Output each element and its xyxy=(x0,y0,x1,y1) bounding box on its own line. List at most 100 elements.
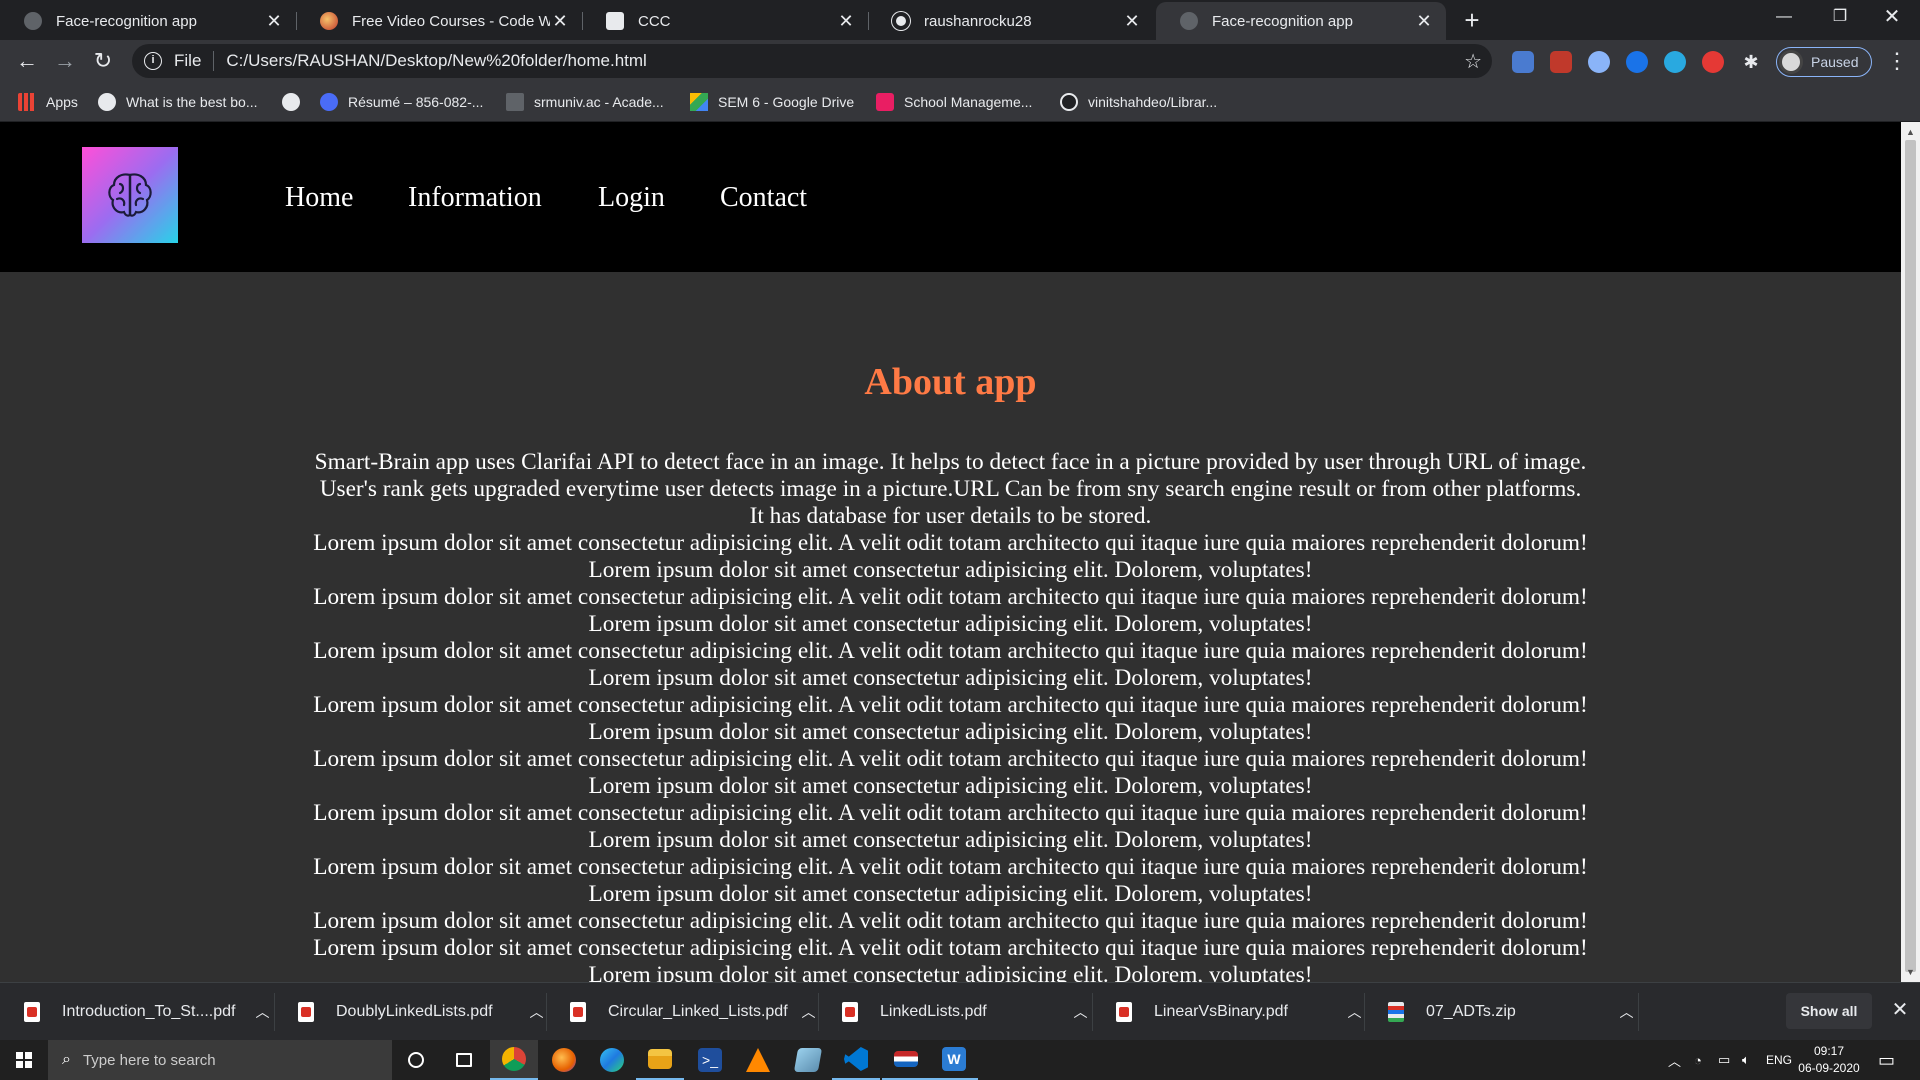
address-bar[interactable]: i File C:/Users/RAUSHAN/Desktop/New%20fo… xyxy=(132,44,1492,78)
address-url[interactable]: C:/Users/RAUSHAN/Desktop/New%20folder/ho… xyxy=(226,51,646,71)
download-item[interactable]: LinkedLists.pdf ︿ xyxy=(818,983,1090,1041)
tab-title: Face-recognition app xyxy=(56,12,197,30)
bookmark-what-is-the-best[interactable]: What is the best bo... xyxy=(98,91,258,113)
bookmark-school-management[interactable]: School Manageme... xyxy=(876,91,1032,113)
puzzle-extensions-icon[interactable]: ✱ xyxy=(1740,51,1762,73)
about-line: Lorem ipsum dolor sit amet consectetur a… xyxy=(313,908,1588,934)
scroll-up-arrow-icon[interactable]: ▲ xyxy=(1901,124,1920,140)
tab-face-recognition-active[interactable]: Face-recognition app ✕ xyxy=(1156,2,1446,40)
cortana-button[interactable] xyxy=(392,1040,440,1080)
download-item[interactable]: Circular_Linked_Lists.pdf ︿ xyxy=(546,983,818,1041)
taskbar-app-word[interactable]: W xyxy=(930,1040,978,1080)
extension-icon[interactable] xyxy=(1664,51,1686,73)
avatar xyxy=(1779,50,1803,74)
chevron-up-icon[interactable]: ︿ xyxy=(1345,1002,1364,1022)
download-item[interactable]: Introduction_To_St....pdf ︿ xyxy=(0,983,272,1041)
restore-button[interactable]: ❐ xyxy=(1812,0,1868,34)
back-button[interactable]: ← xyxy=(12,46,42,76)
download-item[interactable]: DoublyLinkedLists.pdf ︿ xyxy=(274,983,546,1041)
show-all-button[interactable]: Show all xyxy=(1786,993,1872,1029)
profile-button[interactable]: Paused xyxy=(1776,47,1872,77)
scrollbar-thumb[interactable] xyxy=(1905,140,1916,972)
bookmark-label: Apps xyxy=(46,94,78,110)
close-icon[interactable]: ✕ xyxy=(1414,11,1434,32)
about-line: Lorem ipsum dolor sit amet consectetur a… xyxy=(313,584,1588,610)
window-close-button[interactable]: ✕ xyxy=(1864,0,1920,34)
tab-github[interactable]: raushanrocku28 ✕ xyxy=(868,2,1154,40)
windows-taskbar: ⌕ Type here to search >_ W ︿ ◔ ▭ 🔈︎ ENG … xyxy=(0,1040,1920,1080)
pdf-icon xyxy=(24,1002,40,1022)
nav-contact-link[interactable]: Contact xyxy=(720,182,807,214)
zip-icon xyxy=(1388,1002,1404,1022)
chevron-up-icon[interactable]: ︿ xyxy=(1617,1002,1636,1022)
task-view-button[interactable] xyxy=(440,1040,488,1080)
download-item[interactable]: 07_ADTs.zip ︿ xyxy=(1364,983,1636,1041)
srm-icon xyxy=(506,93,524,111)
bookmark-resume[interactable]: Résumé – 856-082-... xyxy=(320,91,483,113)
taskbar-vlc[interactable] xyxy=(734,1040,782,1080)
taskbar-vscode[interactable] xyxy=(832,1040,880,1080)
taskbar-file-explorer[interactable] xyxy=(636,1040,684,1080)
nav-information-link[interactable]: Information xyxy=(408,182,542,214)
taskbar-edge[interactable] xyxy=(588,1040,636,1080)
close-icon[interactable]: ✕ xyxy=(264,11,284,32)
powershell-icon: >_ xyxy=(698,1048,722,1072)
new-tab-button[interactable]: + xyxy=(1458,6,1486,34)
start-button[interactable] xyxy=(0,1040,48,1080)
bookmark-sem6-drive[interactable]: SEM 6 - Google Drive xyxy=(690,91,854,113)
extension-icon[interactable] xyxy=(1626,51,1648,73)
reload-button[interactable]: ↻ xyxy=(88,46,118,76)
taskbar-chrome[interactable] xyxy=(490,1040,538,1080)
volume-icon[interactable]: 🔈︎ xyxy=(1742,1040,1750,1080)
about-line: User's rank gets upgraded everytime user… xyxy=(319,476,1582,502)
nav-home-link[interactable]: Home xyxy=(285,182,353,214)
close-icon[interactable]: ✕ xyxy=(836,11,856,32)
chevron-up-icon[interactable]: ︿ xyxy=(527,1002,546,1022)
brain-icon xyxy=(108,173,152,217)
network-icon[interactable]: ◔ xyxy=(1694,1040,1702,1080)
extension-icon[interactable] xyxy=(1588,51,1610,73)
chevron-up-icon[interactable]: ︿ xyxy=(1071,1002,1090,1022)
tab-face-recognition-1[interactable]: Face-recognition app ✕ xyxy=(0,2,296,40)
about-line: Lorem ipsum dolor sit amet consectetur a… xyxy=(313,638,1588,664)
download-filename: LinkedLists.pdf xyxy=(880,1003,987,1020)
close-icon[interactable]: ✕ xyxy=(550,11,570,32)
info-icon[interactable]: i xyxy=(144,52,162,70)
forward-button[interactable]: → xyxy=(50,46,80,76)
taskbar-search[interactable]: ⌕ Type here to search xyxy=(48,1040,392,1080)
minimize-button[interactable]: — xyxy=(1756,0,1812,34)
google-translate-extension-icon[interactable] xyxy=(1512,51,1534,73)
new-extension-icon[interactable] xyxy=(1550,51,1572,73)
page-scrollbar[interactable]: ▲ ▼ xyxy=(1901,122,1920,982)
about-line: Smart-Brain app uses Clarifai API to det… xyxy=(314,449,1587,475)
tab-code-with-harry[interactable]: Free Video Courses - Code With Harry ✕ xyxy=(296,2,582,40)
bookmark-star-icon[interactable]: ☆ xyxy=(1464,49,1482,74)
bookmark-srmuniv[interactable]: srmuniv.ac - Acade... xyxy=(506,91,664,113)
tray-chevron-up-icon[interactable]: ︿ xyxy=(1668,1040,1681,1080)
bookmark-vinitshahdeo[interactable]: vinitshahdeo/Librar... xyxy=(1060,91,1217,113)
taskbar-powershell[interactable]: >_ xyxy=(686,1040,734,1080)
notifications-icon[interactable]: ▭ xyxy=(1878,1040,1895,1080)
battery-icon[interactable]: ▭ xyxy=(1718,1040,1730,1080)
taskbar-app[interactable] xyxy=(784,1040,832,1080)
google-drive-icon xyxy=(690,93,708,111)
about-line: Lorem ipsum dolor sit amet consectetur a… xyxy=(313,692,1588,718)
bookmark-apps[interactable]: Apps xyxy=(18,91,78,113)
taskbar-firefox[interactable] xyxy=(540,1040,588,1080)
close-icon[interactable]: ✕ xyxy=(1122,11,1142,32)
taskbar-app-flag[interactable] xyxy=(882,1040,930,1080)
chevron-up-icon[interactable]: ︿ xyxy=(253,1002,272,1022)
bookmark-globe[interactable] xyxy=(282,91,310,113)
nav-login-link[interactable]: Login xyxy=(598,182,665,214)
extension-icon[interactable] xyxy=(1702,51,1724,73)
scroll-down-arrow-icon[interactable]: ▼ xyxy=(1901,964,1920,980)
language-indicator[interactable]: ENG xyxy=(1766,1040,1792,1080)
brain-logo[interactable] xyxy=(82,147,178,243)
chevron-up-icon[interactable]: ︿ xyxy=(799,1002,818,1022)
taskbar-clock[interactable]: 09:17 06-09-2020 xyxy=(1794,1043,1864,1077)
tab-ccc[interactable]: CCC ✕ xyxy=(582,2,868,40)
about-line: Lorem ipsum dolor sit amet consectetur a… xyxy=(313,800,1588,826)
menu-kebab-icon[interactable]: ⋮ xyxy=(1886,48,1908,74)
close-icon[interactable]: ✕ xyxy=(1888,997,1912,1022)
download-item[interactable]: LinearVsBinary.pdf ︿ xyxy=(1092,983,1364,1041)
